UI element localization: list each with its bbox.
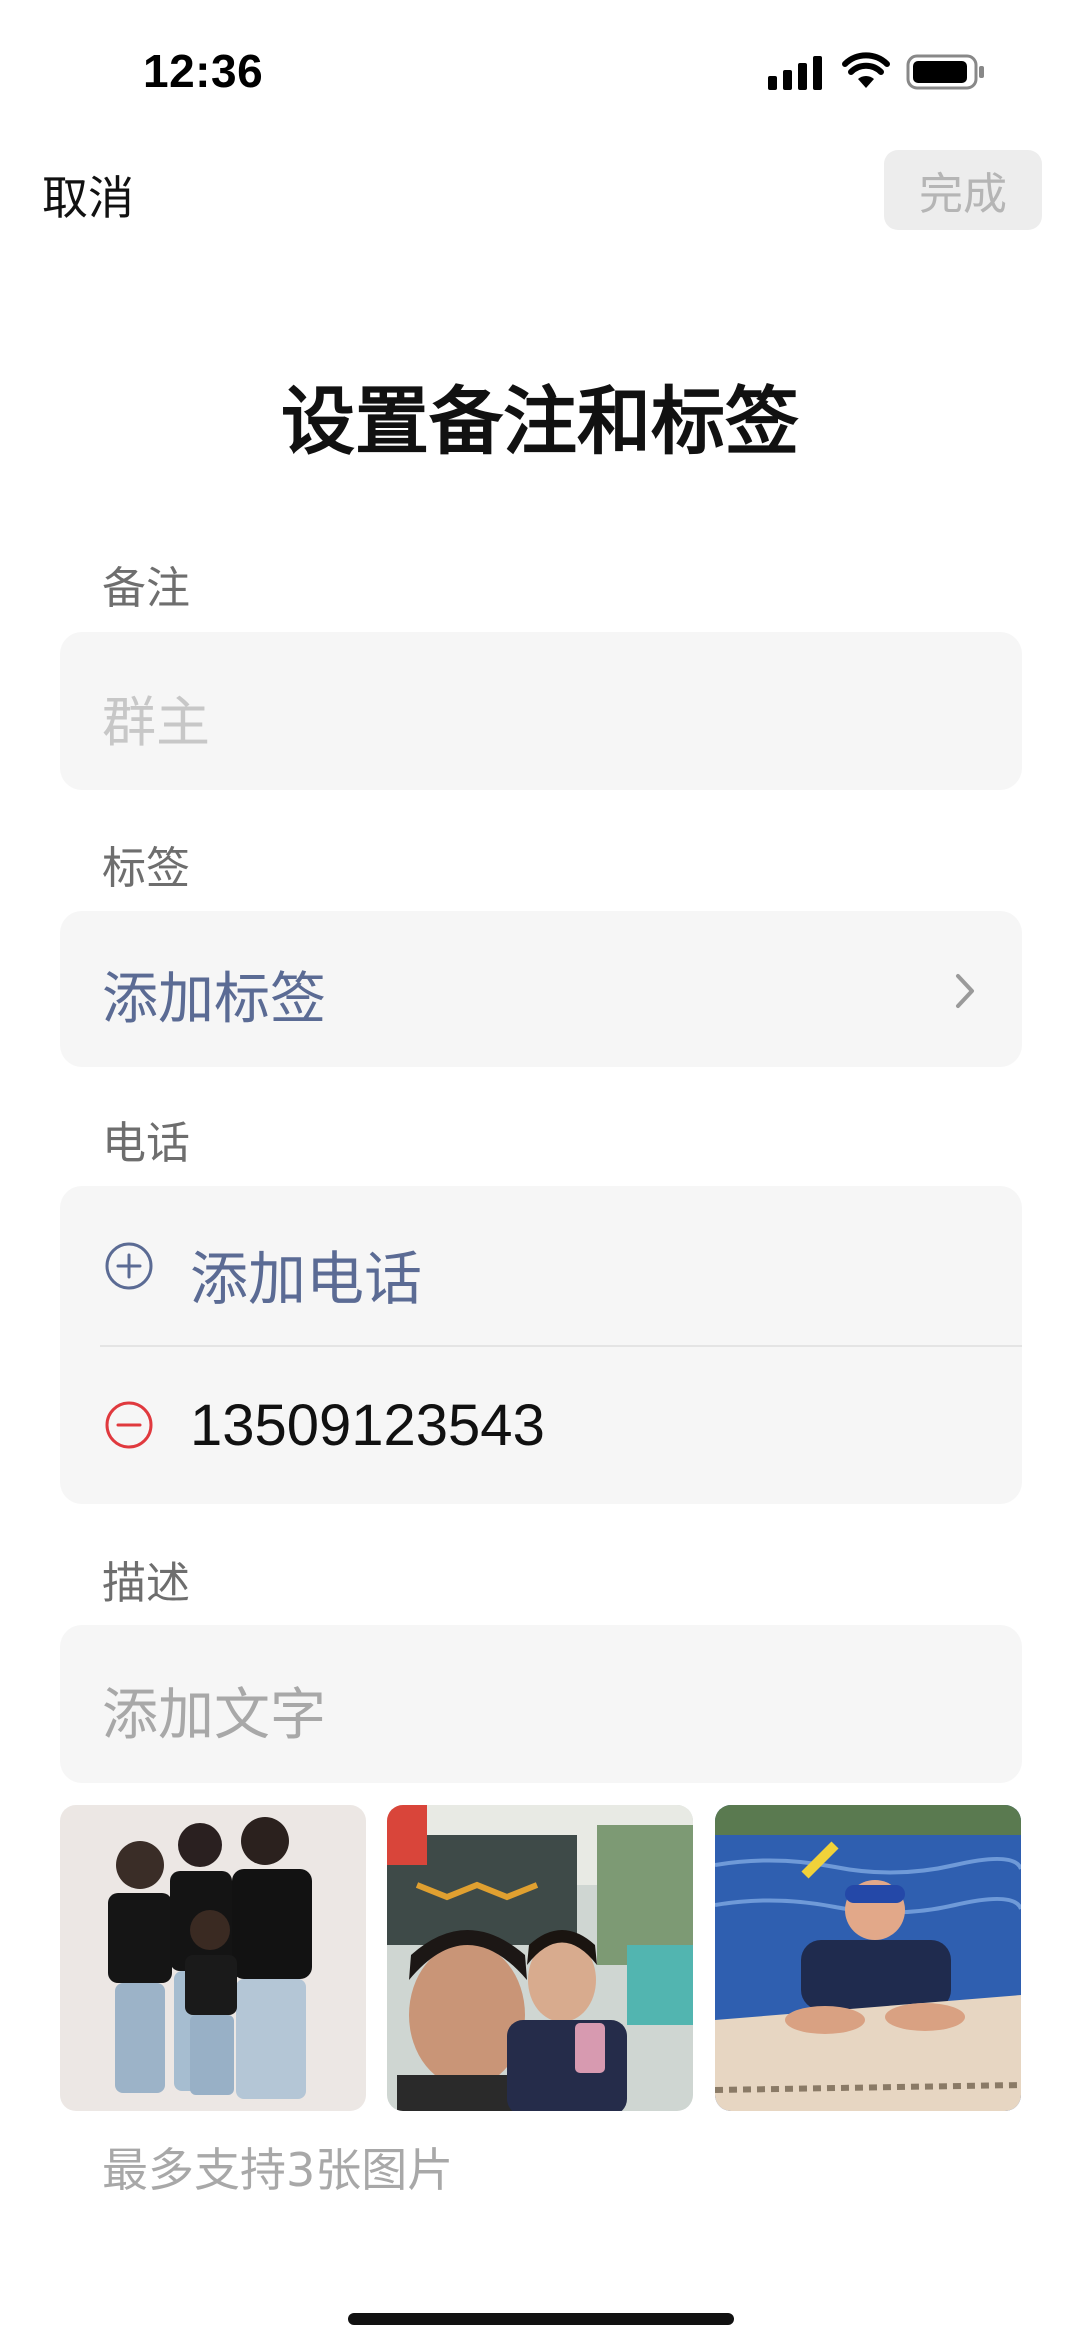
tags-label: 标签 [102,843,190,894]
photo-thumbnail-family[interactable] [60,1805,366,2111]
phone-label: 电话 [102,1118,190,1169]
remark-label: 备注 [102,563,190,614]
cellular-signal-icon [768,56,822,90]
cancel-button[interactable]: 取消 [42,162,134,228]
photo-thumbnail-pool[interactable] [715,1805,1021,2111]
chevron-right-icon [956,974,974,1008]
photo-thumbnail-selfie[interactable] [387,1805,693,2111]
remark-placeholder: 群主 [102,691,210,754]
divider [100,1345,1022,1347]
wifi-icon [842,52,890,88]
add-tag-label: 添加标签 [102,967,326,1032]
add-phone-button[interactable]: 添加电话 [190,1232,422,1316]
add-circle-icon[interactable] [104,1241,154,1291]
status-time: 12:36 [143,45,264,97]
description-label: 描述 [102,1558,190,1609]
battery-icon [906,54,984,90]
description-placeholder: 添加文字 [102,1683,326,1748]
phone-number-field[interactable]: 13509123543 [190,1392,545,1459]
page-title: 设置备注和标签 [281,379,799,465]
home-indicator[interactable] [348,2313,734,2325]
done-button[interactable]: 完成 [884,150,1042,230]
remove-circle-icon[interactable] [104,1400,154,1450]
photo-limit-note: 最多支持3张图片 [102,2143,454,2197]
